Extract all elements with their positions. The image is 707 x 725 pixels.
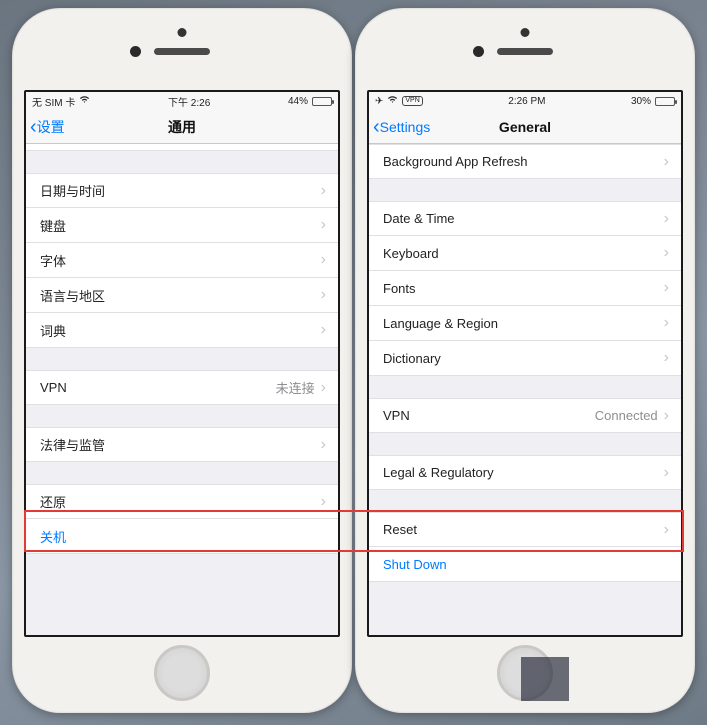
status-bar: 无 SIM 卡 下午 2:26 44% bbox=[26, 92, 338, 110]
status-bar: ✈ VPN 2:26 PM 30% bbox=[369, 92, 681, 110]
wifi-icon bbox=[387, 95, 398, 107]
chevron-right-icon: › bbox=[664, 521, 669, 539]
row-label: Reset bbox=[383, 522, 417, 537]
chevron-right-icon: › bbox=[664, 210, 669, 228]
screen-right: ✈ VPN 2:26 PM 30% ‹ Settings General bbox=[367, 90, 683, 637]
row-vpn[interactable]: VPN Connected › bbox=[369, 398, 681, 433]
chevron-right-icon: › bbox=[321, 436, 326, 454]
tape-overlay bbox=[521, 657, 569, 701]
row-label: Background App Refresh bbox=[383, 154, 528, 169]
row-label: Fonts bbox=[383, 281, 416, 296]
row-label: 法律与监管 bbox=[40, 435, 105, 454]
chevron-right-icon: › bbox=[664, 153, 669, 171]
chevron-right-icon: › bbox=[321, 216, 326, 234]
row-shutdown[interactable]: 关机 bbox=[26, 519, 338, 554]
page-title: 通用 bbox=[168, 117, 196, 137]
row-label: Shut Down bbox=[383, 557, 447, 572]
row-label: 语言与地区 bbox=[40, 286, 105, 305]
back-button[interactable]: ‹ Settings bbox=[369, 117, 430, 137]
chevron-left-icon: ‹ bbox=[373, 117, 380, 137]
row-date-time[interactable]: 日期与时间 › bbox=[26, 173, 338, 208]
screen-left: 无 SIM 卡 下午 2:26 44% ‹ 设置 通用 沿台 App 刷新 bbox=[24, 90, 340, 637]
row-reset[interactable]: 还原 › bbox=[26, 484, 338, 519]
chevron-right-icon: › bbox=[321, 321, 326, 339]
wifi-icon bbox=[79, 95, 90, 107]
camera-dot bbox=[178, 28, 187, 37]
chevron-right-icon: › bbox=[664, 464, 669, 482]
back-label: Settings bbox=[380, 119, 431, 135]
row-language-region[interactable]: Language & Region › bbox=[369, 306, 681, 341]
nav-bar: ‹ 设置 通用 bbox=[26, 110, 338, 144]
row-background-app-refresh[interactable]: 沿台 App 刷新 › bbox=[26, 144, 338, 151]
battery-percent: 30% bbox=[631, 96, 651, 107]
row-dictionary[interactable]: 词典 › bbox=[26, 313, 338, 348]
page-title: General bbox=[499, 119, 551, 135]
row-keyboard[interactable]: 键盘 › bbox=[26, 208, 338, 243]
row-fonts[interactable]: 字体 › bbox=[26, 243, 338, 278]
row-label: Date & Time bbox=[383, 211, 455, 226]
row-label: 关机 bbox=[40, 527, 66, 546]
row-label: Keyboard bbox=[383, 246, 439, 261]
chevron-left-icon: ‹ bbox=[30, 117, 37, 137]
row-keyboard[interactable]: Keyboard › bbox=[369, 236, 681, 271]
chevron-right-icon: › bbox=[321, 251, 326, 269]
phone-right: ✈ VPN 2:26 PM 30% ‹ Settings General bbox=[355, 8, 695, 713]
back-label: 设置 bbox=[37, 117, 65, 137]
row-background-app-refresh[interactable]: Background App Refresh › bbox=[369, 144, 681, 179]
row-label: Legal & Regulatory bbox=[383, 465, 494, 480]
chevron-right-icon: › bbox=[664, 244, 669, 262]
home-button[interactable] bbox=[154, 645, 210, 701]
vpn-badge: VPN bbox=[402, 96, 422, 106]
vpn-status: 未连接 bbox=[276, 378, 315, 397]
row-date-time[interactable]: Date & Time › bbox=[369, 201, 681, 236]
clock: 2:26 PM bbox=[508, 96, 545, 107]
clock: 下午 2:26 bbox=[168, 94, 210, 109]
chevron-right-icon: › bbox=[321, 286, 326, 304]
chevron-right-icon: › bbox=[321, 182, 326, 200]
battery-icon bbox=[655, 97, 675, 106]
chevron-right-icon: › bbox=[664, 314, 669, 332]
row-vpn[interactable]: VPN 未连接 › bbox=[26, 370, 338, 405]
row-label: 字体 bbox=[40, 251, 66, 270]
chevron-right-icon: › bbox=[664, 279, 669, 297]
speaker-slot bbox=[497, 48, 553, 55]
sensor-dot bbox=[130, 46, 141, 57]
chevron-right-icon: › bbox=[664, 349, 669, 367]
row-label: 词典 bbox=[40, 321, 66, 340]
row-label: 键盘 bbox=[40, 216, 66, 235]
chevron-right-icon: › bbox=[321, 379, 326, 397]
airplane-icon: ✈ bbox=[375, 96, 383, 107]
battery-percent: 44% bbox=[288, 96, 308, 107]
vpn-status: Connected bbox=[595, 408, 658, 423]
row-label: 还原 bbox=[40, 492, 66, 511]
chevron-right-icon: › bbox=[321, 493, 326, 511]
row-fonts[interactable]: Fonts › bbox=[369, 271, 681, 306]
row-label: Dictionary bbox=[383, 351, 441, 366]
row-dictionary[interactable]: Dictionary › bbox=[369, 341, 681, 376]
row-label: VPN bbox=[40, 380, 67, 395]
camera-dot bbox=[521, 28, 530, 37]
back-button[interactable]: ‹ 设置 bbox=[26, 117, 65, 137]
settings-list[interactable]: Background App Refresh › Date & Time › K… bbox=[369, 144, 681, 635]
nav-bar: ‹ Settings General bbox=[369, 110, 681, 144]
row-legal[interactable]: Legal & Regulatory › bbox=[369, 455, 681, 490]
row-label: Language & Region bbox=[383, 316, 498, 331]
row-label: 日期与时间 bbox=[40, 181, 105, 200]
carrier-label: 无 SIM 卡 bbox=[32, 94, 75, 109]
battery-icon bbox=[312, 97, 332, 106]
row-legal[interactable]: 法律与监管 › bbox=[26, 427, 338, 462]
row-language-region[interactable]: 语言与地区 › bbox=[26, 278, 338, 313]
settings-list[interactable]: 沿台 App 刷新 › 日期与时间 › 键盘 › 字体 › 语言与地 bbox=[26, 144, 338, 635]
row-reset[interactable]: Reset › bbox=[369, 512, 681, 547]
row-shutdown[interactable]: Shut Down bbox=[369, 547, 681, 582]
speaker-slot bbox=[154, 48, 210, 55]
sensor-dot bbox=[473, 46, 484, 57]
chevron-right-icon: › bbox=[664, 407, 669, 425]
phone-left: 无 SIM 卡 下午 2:26 44% ‹ 设置 通用 沿台 App 刷新 bbox=[12, 8, 352, 713]
row-label: VPN bbox=[383, 408, 410, 423]
